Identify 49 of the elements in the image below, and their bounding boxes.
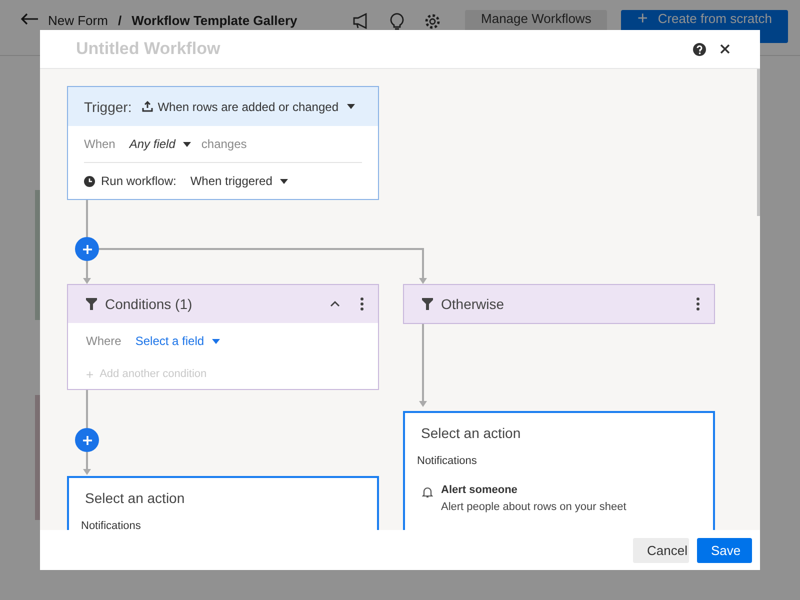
upload-icon [142,101,153,112]
connector-arrow [83,452,91,475]
caret-icon [183,142,192,146]
bell-icon [422,486,433,498]
field-dropdown[interactable]: Any field [129,137,192,151]
cancel-button[interactable]: Cancel [633,538,689,562]
more-icon[interactable] [360,297,364,311]
save-button[interactable]: Save [697,538,752,562]
breadcrumb-current: Workflow Template Gallery [132,13,298,28]
help-icon[interactable] [693,42,706,56]
caret-icon [280,178,288,184]
run-workflow-label: Run workflow: [101,174,176,188]
action-title: Select an action [85,490,186,506]
when-label: When [84,137,116,151]
run-dropdown[interactable]: When triggered [190,174,288,188]
section-heading: Notifications [417,455,478,467]
back-arrow-icon[interactable] [20,13,38,25]
more-icon[interactable] [696,297,700,311]
caret-icon [346,104,354,109]
close-icon[interactable] [720,44,730,54]
otherwise-title: Otherwise [441,296,506,312]
conditions-title: Conditions (1) [105,296,194,312]
connector-line [86,389,88,428]
plus-icon: + [86,366,94,382]
trigger-dropdown[interactable]: When rows are added or changed [142,100,354,114]
chevron-up-icon[interactable] [330,300,340,308]
filter-icon [422,298,433,310]
field-dropdown[interactable]: Select a field [135,334,220,348]
lightbulb-icon[interactable] [390,13,404,30]
changes-label: changes [201,137,247,151]
section-heading: Notifications [81,520,142,530]
connector-arrow [83,261,91,284]
connector-line [86,198,88,237]
breadcrumb-separator: / [118,13,122,28]
clock-icon [84,176,95,186]
add-step-button[interactable] [75,428,99,452]
filter-icon [86,298,97,310]
trigger-label: Trigger: [84,98,132,114]
caret-icon [212,338,220,344]
action-option[interactable]: Alert someone [441,484,626,496]
breadcrumb-link[interactable]: New Form [48,13,108,28]
plus-icon [82,244,92,254]
where-label: Where [86,334,122,348]
action-title: Select an action [421,425,522,441]
plus-icon [82,436,92,444]
add-step-button[interactable] [75,237,99,261]
action-description: Alert people about rows on your sheet [441,501,626,513]
settings-icon[interactable] [424,13,442,30]
scrollbar[interactable] [757,69,760,216]
